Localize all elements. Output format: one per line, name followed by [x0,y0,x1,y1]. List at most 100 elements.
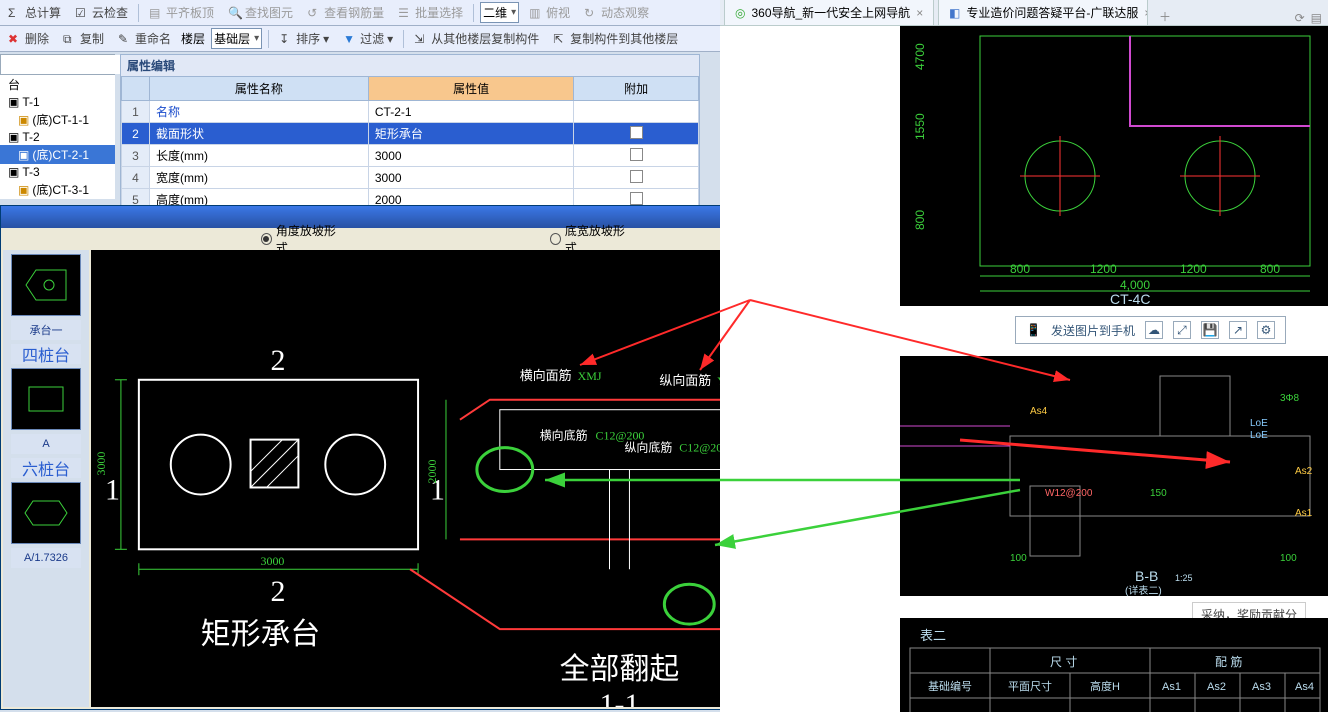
btn-zongjisuan[interactable]: Σ总计算 [4,2,65,23]
viewer-titlebar: _ ☐ ✕ [1,206,789,228]
svg-text:矩形承台: 矩形承台 [201,618,321,651]
tree-node[interactable]: 台 [0,75,115,94]
checkbox[interactable] [630,148,643,161]
svg-text:表二: 表二 [920,628,946,643]
svg-text:As2: As2 [1207,681,1226,693]
svg-text:3000: 3000 [261,554,285,568]
tabs-menu-icon[interactable]: ▤ [1311,11,1322,25]
svg-text:1:25: 1:25 [1175,573,1193,583]
svg-text:1: 1 [105,473,120,506]
svg-text:3Φ8: 3Φ8 [1280,393,1300,404]
align-icon: ▤ [149,6,163,20]
share-icon[interactable]: ↗ [1229,321,1247,339]
svg-text:配 筋: 配 筋 [1215,654,1242,669]
view-2d-dropdown[interactable]: 二维▾ [480,2,519,23]
restore-tab-icon[interactable]: ⟳ [1295,11,1305,25]
tree-node[interactable]: ▣ (底)CT-1-1 [0,110,115,129]
new-tab-button[interactable]: ＋ [1154,8,1176,25]
property-panel: 属性编辑 属性名称 属性值 附加 1名称CT-2-1 2截面形状矩形承台 3长度… [120,54,700,212]
checkbox[interactable] [630,126,643,139]
orbit-icon: ↻ [584,6,598,20]
browser-tab[interactable]: ◎360导航_新一代安全上网导航× [724,0,934,25]
send-to-phone-label: 发送图片到手机 [1051,322,1135,339]
browser-tab[interactable]: ◧专业造价问题答疑平台-广联达服× [938,0,1148,25]
gear-icon[interactable]: ⚙ [1257,321,1275,339]
svg-text:纵向面筋: 纵向面筋 [659,373,711,388]
svg-text:横向底筋: 横向底筋 [540,428,588,443]
tree-node[interactable]: ▣ T-2 [0,129,115,145]
prop-row-selected[interactable]: 2截面形状矩形承台 [122,123,699,145]
tree-node[interactable]: ▣ (底)CT-3-1 [0,180,115,199]
copy-icon: ⧉ [63,32,77,46]
col-rownum [122,77,150,101]
send-to-phone-icon[interactable]: 📱 [1026,323,1041,337]
btn-dongtai[interactable]: ↻动态观察 [580,2,653,23]
prop-row[interactable]: 1名称CT-2-1 [122,101,699,123]
btn-yunjiancha[interactable]: ☑云检查 [71,2,132,23]
svg-text:平面尺寸: 平面尺寸 [1008,679,1052,693]
tree-node[interactable]: ▣ T-1 [0,94,115,110]
svg-text:As3: As3 [1252,681,1271,693]
svg-text:As2: As2 [1295,466,1313,477]
batch-icon: ☰ [398,6,412,20]
btn-filter[interactable]: ▼过滤▾ [339,28,397,49]
btn-fushi[interactable]: ▥俯视 [525,2,574,23]
prop-row[interactable]: 4宽度(mm)3000 [122,167,699,189]
floor-label: 楼层 [181,30,205,47]
btn-rename[interactable]: ✎重命名 [114,28,175,49]
svg-text:1-1: 1-1 [600,688,640,707]
thumbnail[interactable] [11,368,81,430]
viewer-canvas[interactable]: 3000 3000 2 2 1 1 矩形承台 2000 [91,250,787,707]
svg-text:4700: 4700 [913,43,927,70]
btn-copy-from-floor[interactable]: ⇲从其他楼层复制构件 [410,28,543,49]
thumbnail[interactable] [11,254,81,316]
svg-text:800: 800 [1260,262,1280,276]
btn-piliang[interactable]: ☰批量选择 [394,2,467,23]
tree-node-selected[interactable]: ▣ (底)CT-2-1 [0,145,115,164]
svg-text:3000: 3000 [94,452,108,476]
svg-text:As1: As1 [1162,681,1181,693]
svg-text:As4: As4 [1295,681,1314,693]
save-icon[interactable]: 💾 [1201,321,1219,339]
svg-text:100: 100 [1010,553,1027,564]
svg-text:(详表二): (详表二) [1125,584,1162,596]
expand-icon[interactable]: ⤢ [1173,321,1191,339]
col-name: 属性名称 [150,77,369,101]
export-icon: ⇱ [553,32,567,46]
svg-text:LoE: LoE [1250,430,1268,441]
property-title: 属性编辑 [121,55,699,76]
close-icon[interactable]: × [916,6,923,20]
viewer-options: 角度放坡形式 底宽放坡形式 [1,228,789,250]
svg-text:尺 寸: 尺 寸 [1050,655,1077,669]
svg-text:4,000: 4,000 [1120,278,1150,292]
svg-text:高度H: 高度H [1090,679,1120,693]
checkbox[interactable] [630,192,643,205]
svg-text:100: 100 [1280,553,1297,564]
svg-text:全部翻起: 全部翻起 [560,653,680,686]
btn-delete[interactable]: ✖删除 [4,28,53,49]
tree-search: 🔍 [0,54,115,75]
floor-dropdown[interactable]: 基础层▾ [211,28,262,49]
property-table: 属性名称 属性值 附加 1名称CT-2-1 2截面形状矩形承台 3长度(mm)3… [121,76,699,211]
svg-text:2000: 2000 [425,460,439,484]
svg-text:2: 2 [270,344,285,377]
btn-sort[interactable]: ↧排序▾ [275,28,333,49]
chevron-down-icon: ▾ [254,33,259,44]
btn-chazhao[interactable]: 🔍查找图元 [224,2,297,23]
svg-text:1200: 1200 [1180,262,1207,276]
close-icon[interactable]: × [1144,6,1148,20]
btn-pingqi[interactable]: ▤平齐板顶 [145,2,218,23]
checkbox[interactable] [630,170,643,183]
sort-icon: ↧ [279,32,293,46]
cad-plan-image: 800 1200 1200 800 4,000 4700 1550 800 CT… [900,26,1328,306]
svg-text:2: 2 [270,575,285,608]
svg-text:150: 150 [1150,488,1167,499]
cloud-icon[interactable]: ☁ [1145,321,1163,339]
thumbnail[interactable] [11,482,81,544]
svg-text:W12@200: W12@200 [1045,488,1093,499]
btn-chagangjin[interactable]: ↺查看钢筋量 [303,2,388,23]
tree-node[interactable]: ▣ T-3 [0,164,115,180]
btn-copy-to-floor[interactable]: ⇱复制构件到其他楼层 [549,28,682,49]
btn-copy[interactable]: ⧉复制 [59,28,108,49]
prop-row[interactable]: 3长度(mm)3000 [122,145,699,167]
